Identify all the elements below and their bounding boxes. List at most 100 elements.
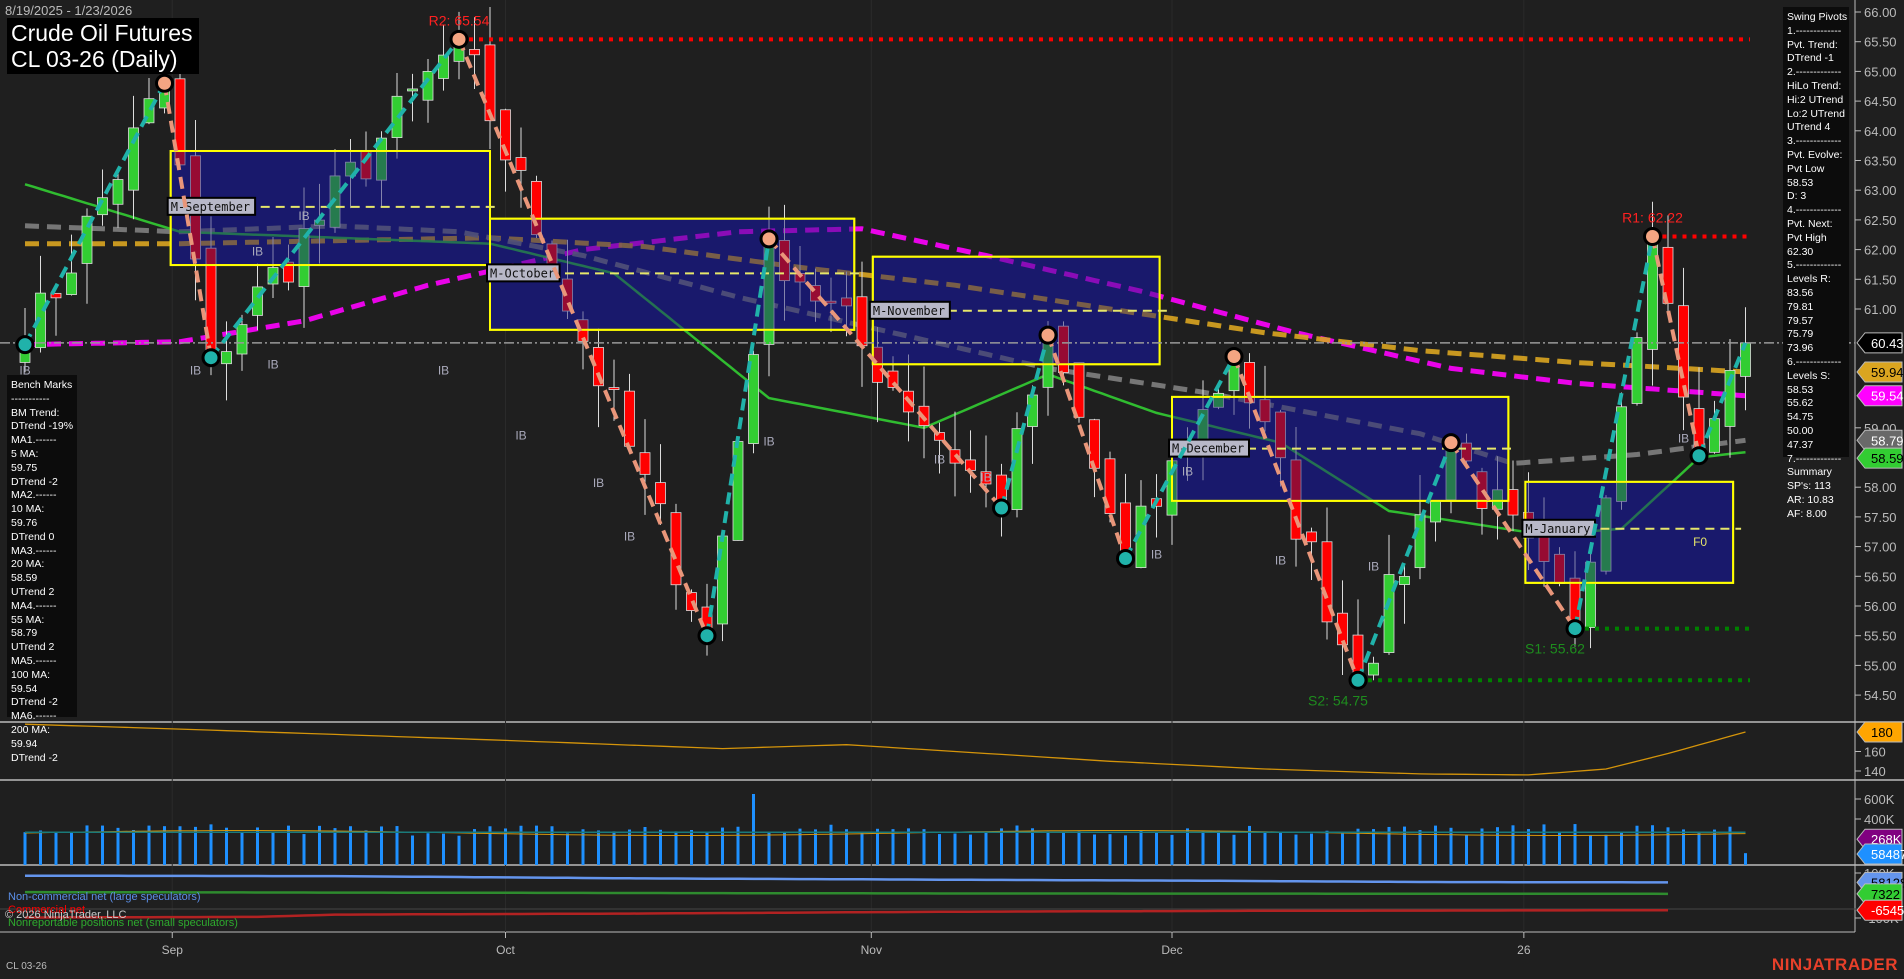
- indicator-tag-text: 180: [1871, 725, 1893, 740]
- panel-line: MA6.------: [11, 710, 73, 724]
- level-label: S1: 55.62: [1525, 641, 1585, 657]
- candle-body: [237, 325, 247, 354]
- candle-body: [113, 180, 123, 205]
- panel-line: BM Trend:: [11, 407, 73, 421]
- y-tick-label: 56.50: [1864, 569, 1897, 584]
- panel-line: 73.96: [1787, 342, 1845, 356]
- panel-line: Hi:2 UTrend: [1787, 94, 1845, 108]
- candle-body: [1400, 576, 1410, 584]
- panel-line: MA3.------: [11, 545, 73, 559]
- ib-marker: IB: [1151, 547, 1162, 561]
- candle-body: [1090, 420, 1100, 469]
- candle-body: [609, 388, 619, 390]
- candle-body: [1369, 663, 1379, 675]
- y-tick-label: 65.50: [1864, 35, 1897, 50]
- y-tick-label: 57.00: [1864, 540, 1897, 555]
- swing-low-marker: [994, 500, 1010, 516]
- panel-line: Swing Pivots: [1787, 11, 1845, 25]
- panel-line: DTrend -2: [11, 476, 73, 490]
- legend-noncommercial: Non-commercial net (large speculators): [8, 891, 201, 903]
- swing-high-marker: [1040, 327, 1056, 343]
- candle: [966, 430, 976, 492]
- volume-bars: [25, 794, 1746, 865]
- price-tag: 58.79: [1857, 430, 1904, 450]
- y-tick-label: 54.50: [1864, 688, 1897, 703]
- y-tick-label: 64.50: [1864, 94, 1897, 109]
- panel-line: -----------: [11, 393, 73, 407]
- panel-line: 59.75: [11, 462, 73, 476]
- candle: [36, 256, 46, 353]
- swing-down-leg: [1653, 237, 1700, 456]
- panel-line: MA2.------: [11, 489, 73, 503]
- cot-tag-text: 7322: [1871, 887, 1900, 902]
- candle: [1384, 535, 1394, 655]
- volume-last-tag: 58487: [1857, 844, 1904, 864]
- contract-period: CL 03-26 (Daily): [11, 46, 193, 72]
- x-tick-label: Nov: [861, 943, 882, 957]
- panel-line: 58.53: [1787, 384, 1845, 398]
- panel-line: 50.00: [1787, 425, 1845, 439]
- ib-marker: IB: [1182, 464, 1193, 478]
- price-tag-text: 58.59: [1871, 451, 1904, 466]
- panel-line: AF: 8.00: [1787, 508, 1845, 522]
- swing-low-marker: [203, 350, 219, 366]
- ib-marker: IB: [298, 209, 309, 223]
- panel-line: Levels S:: [1787, 370, 1845, 384]
- y-tick-label: 63.00: [1864, 183, 1897, 198]
- price-chart[interactable]: 66.0065.5065.0064.5064.0063.5063.0062.50…: [0, 0, 1904, 979]
- swing-high-marker: [451, 31, 467, 47]
- candle-body: [1384, 575, 1394, 653]
- candle-body: [1710, 419, 1720, 453]
- panel-line: 2.-------------: [1787, 66, 1845, 80]
- panel-line: 59.54: [11, 683, 73, 697]
- ib-marker: IB: [267, 357, 278, 371]
- candle-body: [470, 49, 480, 54]
- candle: [1508, 460, 1518, 531]
- panel-line: UTrend 4: [1787, 121, 1845, 135]
- panel-line: DTrend -2: [11, 696, 73, 710]
- price-tag-text: 60.43: [1871, 336, 1904, 351]
- panel-line: 83.56: [1787, 287, 1845, 301]
- y-tick-label: 65.00: [1864, 64, 1897, 79]
- ib-marker: IB: [438, 363, 449, 377]
- panel-line: 55.62: [1787, 397, 1845, 411]
- swing-low-marker: [699, 628, 715, 644]
- y-tick-label: 61.00: [1864, 302, 1897, 317]
- x-tick-label: Sep: [162, 943, 184, 957]
- y-tick-label: 61.50: [1864, 272, 1897, 287]
- y-tick-label: 56.00: [1864, 599, 1897, 614]
- panel-line: Lo:2 UTrend: [1787, 108, 1845, 122]
- indicator-tick-label: 160: [1864, 745, 1886, 760]
- panel-line: 58.79: [11, 627, 73, 641]
- panel-line: Levels R:: [1787, 273, 1845, 287]
- candle: [1725, 339, 1735, 458]
- cot-tag: -65450: [1857, 900, 1904, 920]
- panel-line: 75.79: [1787, 328, 1845, 342]
- candle: [857, 262, 867, 387]
- panel-line: MA4.------: [11, 600, 73, 614]
- panel-line: 58.53: [1787, 177, 1845, 191]
- swing-low-marker: [1567, 621, 1583, 637]
- panel-line: Summary: [1787, 466, 1845, 480]
- price-tag-text: 59.54: [1871, 389, 1904, 404]
- swing-pivots-panel: Swing Pivots1.-------------Pvt. Trend:DT…: [1783, 7, 1849, 457]
- panel-line: MA5.------: [11, 655, 73, 669]
- monthly-box-label: M-October: [490, 266, 555, 280]
- panel-line: Bench Marks: [11, 379, 73, 393]
- bench-marks-panel: Bench Marks-----------BM Trend:DTrend -1…: [7, 375, 77, 717]
- ib-marker: IB: [624, 530, 635, 544]
- panel-line: 200 MA:: [11, 724, 73, 738]
- candle: [516, 127, 526, 207]
- swing-high-marker: [1443, 435, 1459, 451]
- level-label: R1: 62.22: [1622, 210, 1683, 226]
- candle: [113, 171, 123, 228]
- panel-line: 5.-------------: [1787, 259, 1845, 273]
- panel-line: 62.30: [1787, 246, 1845, 260]
- ib-marker: IB: [515, 429, 526, 443]
- panel-line: UTrend 2: [11, 586, 73, 600]
- candle: [1105, 452, 1115, 523]
- candle-body: [222, 352, 232, 364]
- price-tag: 58.59: [1857, 448, 1904, 468]
- y-tick-label: 55.50: [1864, 629, 1897, 644]
- volume-last-tag-text: 58487: [1871, 847, 1904, 862]
